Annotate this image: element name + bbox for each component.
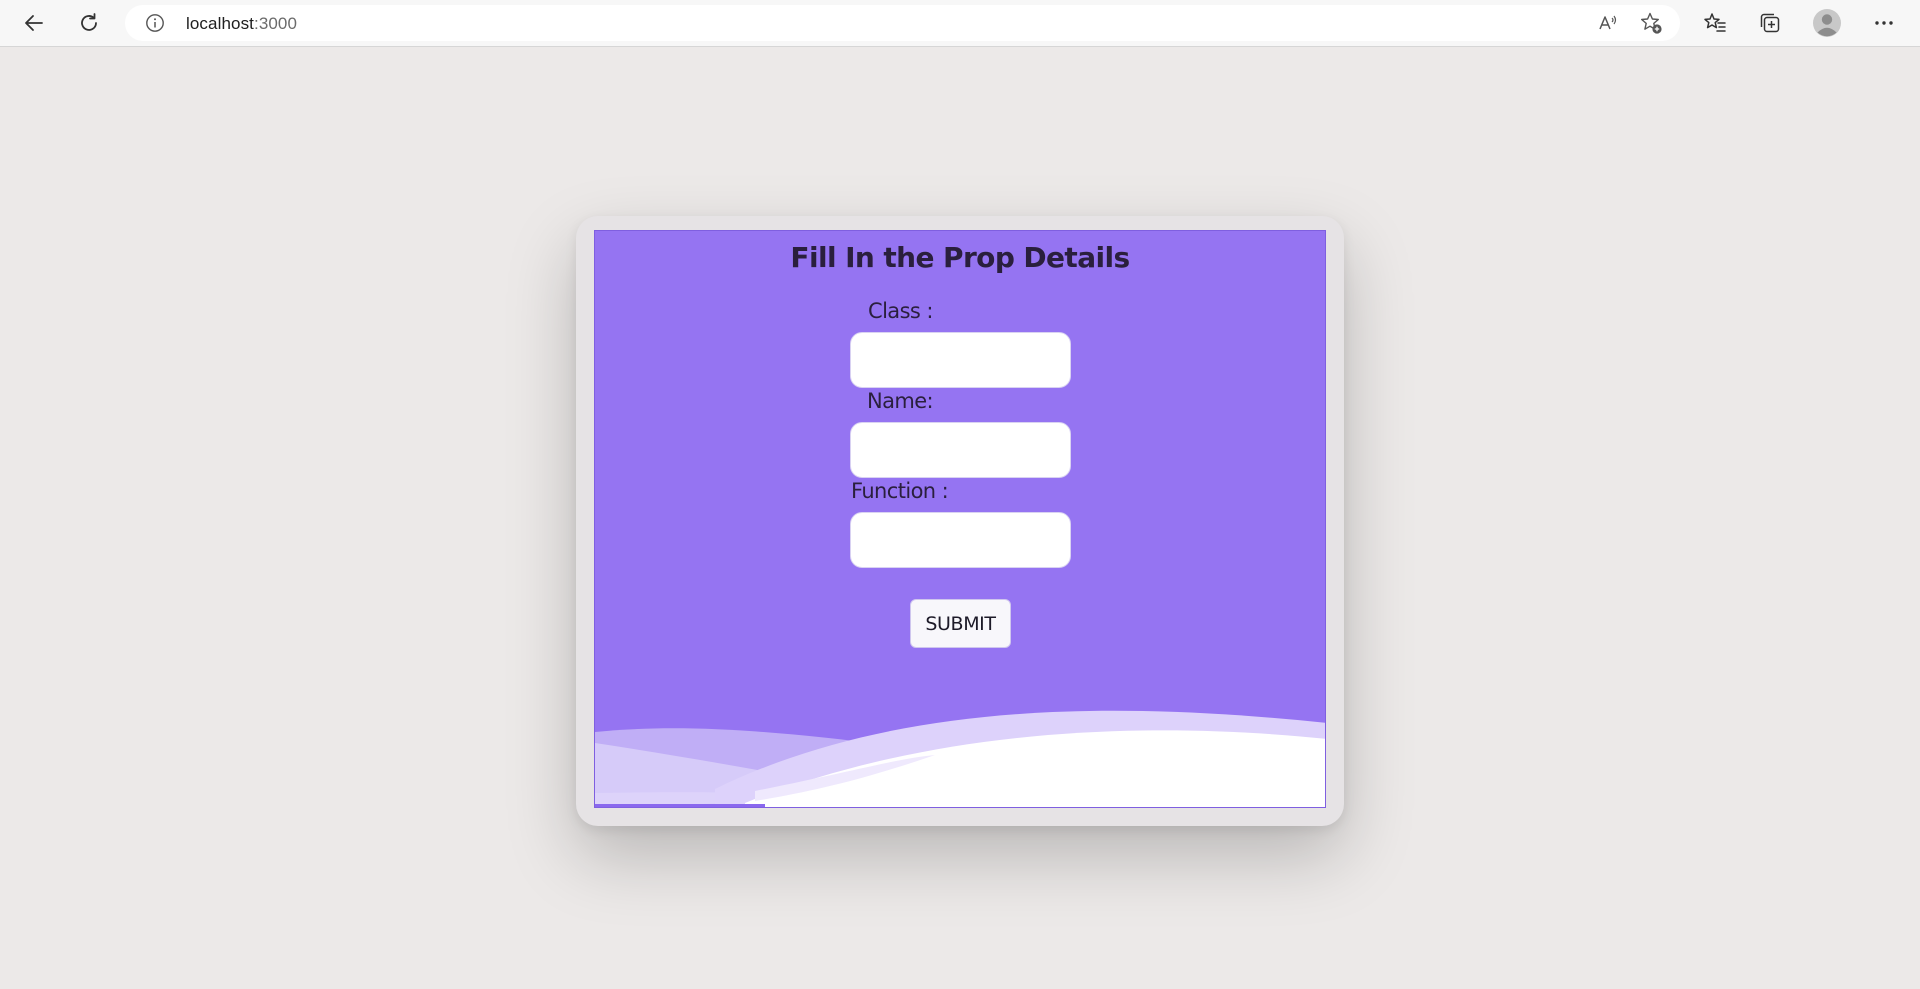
profile-avatar-icon (1813, 9, 1841, 37)
info-icon (146, 14, 164, 32)
collections-icon (1760, 13, 1780, 33)
reload-button[interactable] (71, 6, 107, 40)
prop-details-form: Fill In the Prop Details Class : Name: F… (594, 230, 1326, 808)
collections-button[interactable] (1752, 6, 1788, 40)
add-favorite-button[interactable] (1639, 11, 1663, 35)
back-button[interactable] (16, 6, 52, 40)
function-label: Function : (851, 479, 949, 503)
address-bar[interactable]: localhost:3000 (125, 5, 1680, 41)
submit-button[interactable]: SUBMIT (910, 599, 1011, 648)
form-title: Fill In the Prop Details (790, 241, 1130, 274)
reload-icon (81, 13, 97, 31)
arrow-left-icon (25, 15, 43, 31)
browser-toolbar: localhost:3000 (0, 0, 1920, 47)
url-host: localhost (186, 14, 254, 33)
favorites-button[interactable] (1697, 6, 1733, 40)
class-label: Class : (868, 299, 933, 323)
class-input[interactable] (850, 332, 1071, 388)
profile-button[interactable] (1809, 6, 1845, 40)
name-input[interactable] (850, 422, 1071, 478)
url-text: localhost:3000 (186, 14, 297, 34)
name-label: Name: (867, 389, 934, 413)
function-input[interactable] (850, 512, 1071, 568)
more-menu-button[interactable] (1866, 6, 1902, 40)
read-aloud-icon (1599, 15, 1617, 30)
favorites-icon (1704, 13, 1726, 32)
site-info-button[interactable] (145, 13, 165, 38)
add-favorite-icon (1641, 12, 1662, 34)
read-aloud-button[interactable] (1596, 11, 1620, 35)
url-port: :3000 (254, 14, 298, 33)
more-menu-icon (1875, 21, 1893, 25)
